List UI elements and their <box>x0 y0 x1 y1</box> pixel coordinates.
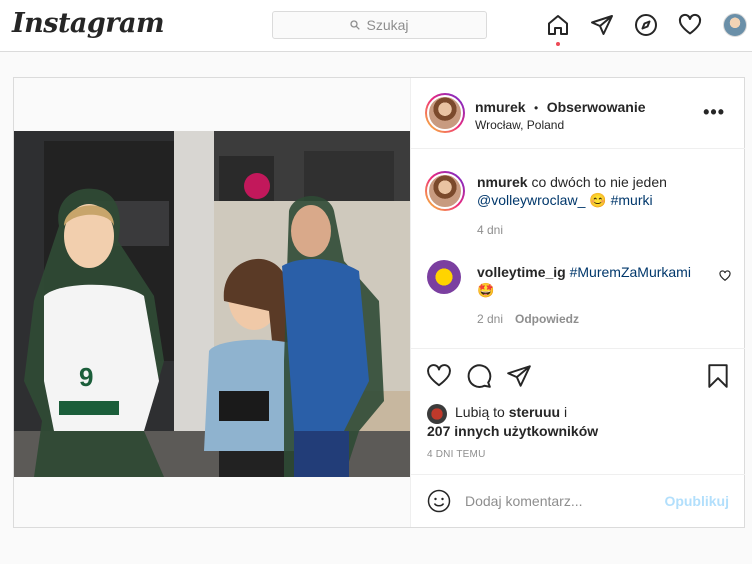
profile-avatar[interactable] <box>723 13 747 37</box>
comment-icon[interactable] <box>466 363 492 389</box>
post-photo[interactable]: 9 <box>14 131 410 477</box>
save-bookmark-icon[interactable] <box>705 363 731 389</box>
caption-avatar[interactable] <box>425 171 465 211</box>
caption-mention[interactable]: @volleywroclaw_ <box>477 192 585 208</box>
likes-summary: Lubią to steruuu i 207 innych użytkownik… <box>427 403 598 441</box>
caption-hashtag[interactable]: #murki <box>611 192 653 208</box>
instagram-logo[interactable]: Instagram <box>12 8 165 39</box>
top-navigation-bar: Instagram Szukaj <box>0 0 752 52</box>
caption-username[interactable]: nmurek <box>477 174 528 190</box>
comment-text: volleytime_ig #MuremZaMurkami 🤩 <box>477 263 707 299</box>
post-actions-bar <box>411 348 745 398</box>
add-comment-input[interactable] <box>465 489 665 513</box>
search-placeholder: Szukaj <box>366 17 409 33</box>
comment-reply-button[interactable]: Odpowiedz <box>515 312 579 326</box>
search-box[interactable]: Szukaj <box>272 11 487 39</box>
post-header: nmurek • Obserwowanie Wrocław, Poland ••… <box>411 78 745 149</box>
commenter-avatar[interactable] <box>427 260 461 294</box>
publish-button[interactable]: Opublikuj <box>664 493 729 509</box>
author-username[interactable]: nmurek <box>475 99 526 115</box>
likes-prefix: Lubią to <box>455 404 505 420</box>
comment-hashtag[interactable]: #MuremZaMurkami <box>570 264 691 280</box>
post-card: 9 nmurek • Obserwowanie Wrocław, Poland … <box>13 77 745 528</box>
caption-age[interactable]: 4 dni <box>477 223 503 237</box>
comments-section: nmurek co dwóch to nie jeden @volleywroc… <box>411 149 745 347</box>
header-separator: • <box>534 101 539 115</box>
likes-joiner: i <box>563 404 568 420</box>
likes-user[interactable]: steruuu <box>509 404 560 420</box>
activity-heart-icon[interactable] <box>678 13 702 37</box>
search-icon <box>350 20 361 30</box>
like-heart-icon[interactable] <box>426 363 452 389</box>
post-timestamp[interactable]: 4 DNI TEMU <box>427 449 486 460</box>
comment-age[interactable]: 2 dni <box>477 312 503 326</box>
post-location[interactable]: Wrocław, Poland <box>475 118 564 132</box>
share-icon[interactable] <box>506 363 532 389</box>
author-avatar[interactable] <box>425 93 465 133</box>
emoji-picker-icon[interactable] <box>427 489 451 518</box>
add-comment-bar: Opublikuj <box>411 474 745 527</box>
post-photo-area: 9 <box>14 78 410 527</box>
likes-others[interactable]: 207 innych użytkowników <box>427 423 598 439</box>
comment-username[interactable]: volleytime_ig <box>477 264 566 280</box>
jersey-number: 9 <box>79 362 93 392</box>
caption-body: co dwóch to nie jeden <box>531 174 667 190</box>
caption-text: nmurek co dwóch to nie jeden @volleywroc… <box>477 173 707 209</box>
follow-status-button[interactable]: Obserwowanie <box>547 99 646 115</box>
post-sidebar: nmurek • Obserwowanie Wrocław, Poland ••… <box>410 78 745 527</box>
more-options-icon[interactable]: ••• <box>703 102 725 123</box>
direct-icon[interactable] <box>590 13 614 37</box>
home-icon[interactable] <box>546 13 570 37</box>
comment-like-heart-icon[interactable] <box>719 269 731 287</box>
home-notification-dot <box>556 42 560 46</box>
explore-icon[interactable] <box>634 13 658 37</box>
caption-emoji: 😊 <box>589 192 607 208</box>
comment-emoji: 🤩 <box>477 282 495 298</box>
